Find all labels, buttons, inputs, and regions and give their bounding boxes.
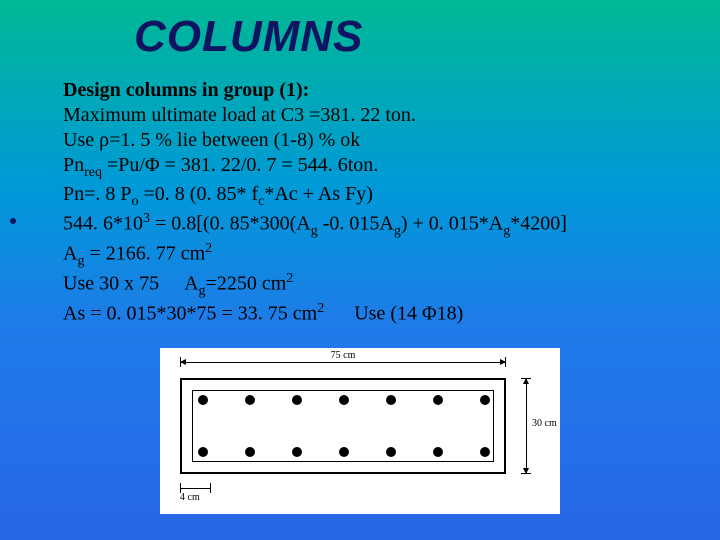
rebar-icon: [433, 447, 443, 457]
body-text: Design columns in group (1): Maximum ult…: [63, 78, 673, 327]
line-7: Ag = 2166. 77 cm2: [63, 240, 673, 270]
rebar-icon: [339, 395, 349, 405]
line-3: Use ρ=1. 5 % lie between (1-8) % ok: [63, 128, 673, 153]
dimension-cover: 4 cm: [180, 480, 230, 500]
line-6: 544. 6*103 = 0.8[(0. 85*300(Ag -0. 015Ag…: [63, 210, 673, 240]
dimension-width: 75 cm: [180, 354, 506, 374]
rebar-icon: [433, 395, 443, 405]
line-8: Use 30 x 75 Ag=2250 cm2: [63, 270, 673, 300]
line-2: Maximum ultimate load at C3 =381. 22 ton…: [63, 103, 673, 128]
dimension-height: 30 cm: [518, 378, 558, 474]
rebar-icon: [292, 447, 302, 457]
slide-title: COLUMNS: [134, 12, 363, 62]
line-5: Pn=. 8 Po =0. 8 (0. 85* fc*Ac + As Fy): [63, 182, 673, 211]
rebar-icon: [198, 447, 208, 457]
line-1: Design columns in group (1):: [63, 78, 673, 103]
rebar-icon: [245, 447, 255, 457]
rebar-icon: [292, 395, 302, 405]
dimension-width-label: 75 cm: [323, 350, 363, 361]
cross-section-diagram: 75 cm 30 cm 4 cm: [160, 348, 560, 514]
rebar-icon: [480, 447, 490, 457]
dimension-cover-label: 4 cm: [180, 492, 200, 503]
line-4: Pnreq =Pu/Φ = 381. 22/0. 7 = 544. 6ton.: [63, 153, 673, 182]
dimension-height-label: 30 cm: [532, 418, 557, 429]
rebar-icon: [386, 395, 396, 405]
rebar-icon: [339, 447, 349, 457]
rebar-icon: [386, 447, 396, 457]
bullet-marker: [10, 218, 16, 224]
line-9: As = 0. 015*30*75 = 33. 75 cm2 Use (14 Φ…: [63, 300, 673, 327]
rebar-icon: [245, 395, 255, 405]
rebar-icon: [198, 395, 208, 405]
rebar-icon: [480, 395, 490, 405]
